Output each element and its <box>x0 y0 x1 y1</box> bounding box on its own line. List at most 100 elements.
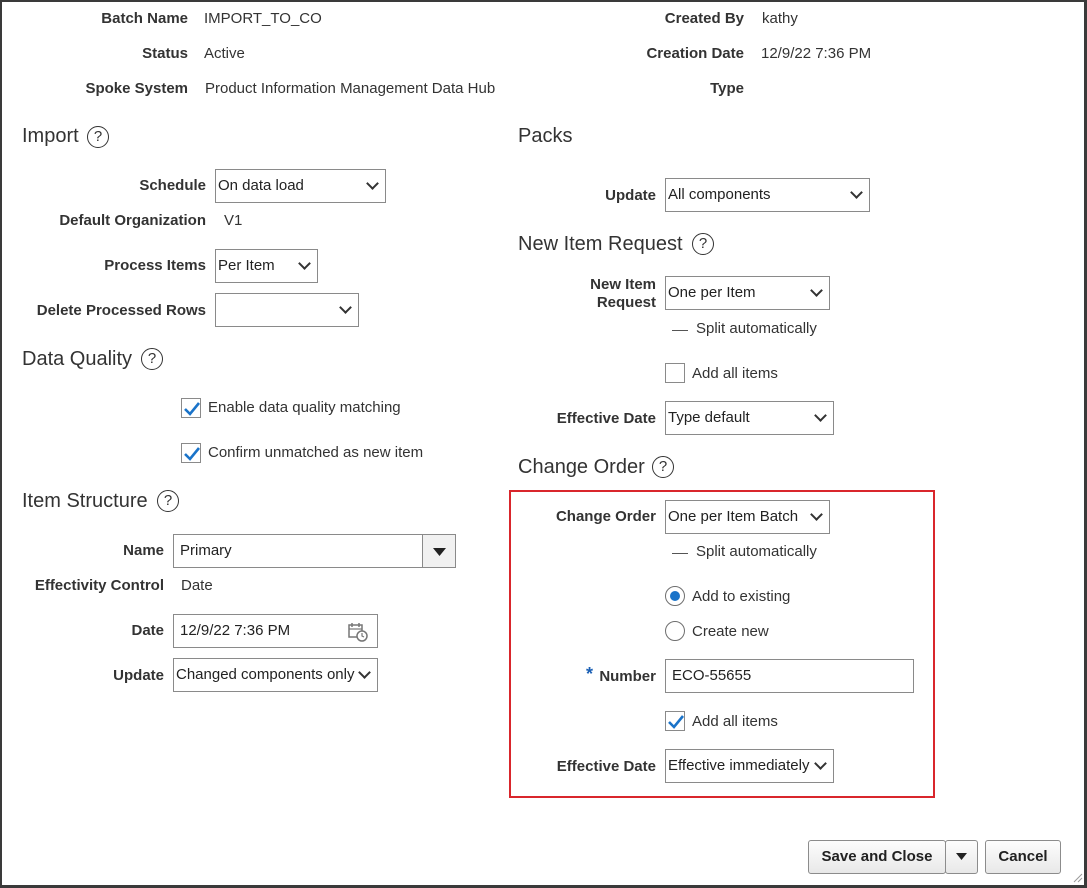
structure-name-label: Name <box>123 542 164 559</box>
import-help-icon[interactable]: ? <box>87 126 109 148</box>
number-input[interactable]: ECO-55655 <box>665 659 914 693</box>
chevron-down-icon <box>814 409 827 422</box>
creation-date-label: Creation Date <box>646 45 744 62</box>
packs-update-value: All components <box>668 186 771 203</box>
default-organization-label: Default Organization <box>59 212 206 229</box>
created-by-value: kathy <box>762 10 798 27</box>
data-quality-help-icon[interactable]: ? <box>141 348 163 370</box>
schedule-value: On data load <box>218 177 304 194</box>
process-items-select[interactable]: Per Item <box>215 249 318 283</box>
chevron-down-icon <box>810 508 823 521</box>
new-item-request-select[interactable]: One per Item <box>665 276 830 310</box>
status-label: Status <box>142 45 188 62</box>
structure-date-value: 12/9/22 7:36 PM <box>180 622 291 639</box>
save-and-close-button[interactable]: Save and Close <box>808 840 946 874</box>
structure-update-value: Changed components only <box>176 666 355 683</box>
delete-processed-rows-label: Delete Processed Rows <box>36 302 206 319</box>
nir-effective-date-label: Effective Date <box>556 410 656 427</box>
packs-update-label: Update <box>605 187 656 204</box>
chevron-down-icon <box>298 257 311 270</box>
add-to-existing-label: Add to existing <box>692 588 791 605</box>
split-indicator <box>672 330 688 331</box>
add-to-existing-radio[interactable] <box>665 586 685 606</box>
enable-matching-checkbox[interactable] <box>181 398 201 418</box>
packs-update-select[interactable]: All components <box>665 178 870 212</box>
chevron-down-icon <box>339 301 352 314</box>
spoke-system-value: Product Information Management Data Hub <box>205 80 496 97</box>
co-effective-date-value: Effective immediately <box>668 757 810 774</box>
batch-name-label: Batch Name <box>101 10 188 27</box>
chevron-down-icon <box>850 186 863 199</box>
new-item-request-label-line2: Request <box>596 294 656 311</box>
new-item-request-value: One per Item <box>668 284 756 301</box>
new-item-request-label-line1: New Item <box>590 276 656 293</box>
structure-name-dropdown-button[interactable] <box>422 535 455 567</box>
created-by-label: Created By <box>664 10 744 27</box>
change-order-value: One per Item Batch <box>668 508 799 525</box>
nir-add-all-items-checkbox[interactable] <box>665 363 685 383</box>
delete-processed-rows-select[interactable] <box>215 293 359 327</box>
change-order-heading: Change Order <box>518 456 645 478</box>
schedule-select[interactable]: On data load <box>215 169 386 203</box>
number-label: Number <box>599 668 656 685</box>
data-quality-heading: Data Quality <box>22 348 133 370</box>
import-heading: Import <box>22 125 79 147</box>
nir-split-automatically-label: Split automatically <box>696 320 817 337</box>
save-options-dropdown-button[interactable] <box>945 840 978 874</box>
process-items-value: Per Item <box>218 257 275 274</box>
batch-name-value: IMPORT_TO_CO <box>204 10 322 27</box>
structure-name-value: Primary <box>180 542 232 559</box>
co-add-all-items-checkbox[interactable] <box>665 711 685 731</box>
nir-add-all-items-label: Add all items <box>692 365 778 382</box>
split-indicator <box>672 553 688 554</box>
nir-effective-date-select[interactable]: Type default <box>665 401 834 435</box>
status-value: Active <box>204 45 245 62</box>
new-item-request-heading: New Item Request <box>518 233 683 255</box>
creation-date-value: 12/9/22 7:36 PM <box>761 45 872 62</box>
calendar-icon[interactable] <box>347 621 369 643</box>
save-and-close-label: Save and Close <box>821 848 933 865</box>
spoke-system-label: Spoke System <box>85 80 188 97</box>
structure-date-label: Date <box>131 622 164 639</box>
packs-heading: Packs <box>518 125 573 147</box>
co-effective-date-select[interactable]: Effective immediately <box>665 749 834 783</box>
number-value: ECO-55655 <box>672 667 752 684</box>
checkmark-icon <box>668 715 685 729</box>
triangle-down-icon <box>956 853 967 860</box>
process-items-label: Process Items <box>104 257 206 274</box>
chevron-down-icon <box>358 666 371 679</box>
structure-name-combobox[interactable]: Primary <box>173 534 456 568</box>
nir-effective-date-value: Type default <box>668 409 750 426</box>
structure-update-select[interactable]: Changed components only <box>173 658 378 692</box>
confirm-unmatched-checkbox[interactable] <box>181 443 201 463</box>
type-label: Type <box>710 80 744 97</box>
structure-date-input[interactable]: 12/9/22 7:36 PM <box>173 614 378 648</box>
item-structure-heading: Item Structure <box>22 490 148 512</box>
change-order-help-icon[interactable]: ? <box>652 456 674 478</box>
triangle-down-icon <box>433 548 446 556</box>
structure-update-label: Update <box>113 667 164 684</box>
change-order-select[interactable]: One per Item Batch <box>665 500 830 534</box>
create-new-radio[interactable] <box>665 621 685 641</box>
chevron-down-icon <box>366 177 379 190</box>
resize-grip-icon[interactable] <box>1071 871 1083 883</box>
change-order-label: Change Order <box>555 508 656 525</box>
co-effective-date-label: Effective Date <box>556 758 656 775</box>
effectivity-control-label: Effectivity Control <box>34 577 164 594</box>
new-item-request-label: New Item Request <box>520 276 656 312</box>
chevron-down-icon <box>810 284 823 297</box>
default-organization-value: V1 <box>224 212 243 229</box>
schedule-label: Schedule <box>139 177 206 194</box>
create-new-label: Create new <box>692 623 769 640</box>
cancel-button[interactable]: Cancel <box>985 840 1061 874</box>
effectivity-control-value: Date <box>181 577 213 594</box>
confirm-unmatched-label: Confirm unmatched as new item <box>208 444 424 461</box>
co-add-all-items-label: Add all items <box>692 713 778 730</box>
enable-matching-label: Enable data quality matching <box>208 399 401 416</box>
item-structure-help-icon[interactable]: ? <box>157 490 179 512</box>
co-split-automatically-label: Split automatically <box>696 543 817 560</box>
cancel-label: Cancel <box>998 848 1048 865</box>
checkmark-icon <box>184 447 201 461</box>
new-item-request-help-icon[interactable]: ? <box>692 233 714 255</box>
checkmark-icon <box>184 402 201 416</box>
